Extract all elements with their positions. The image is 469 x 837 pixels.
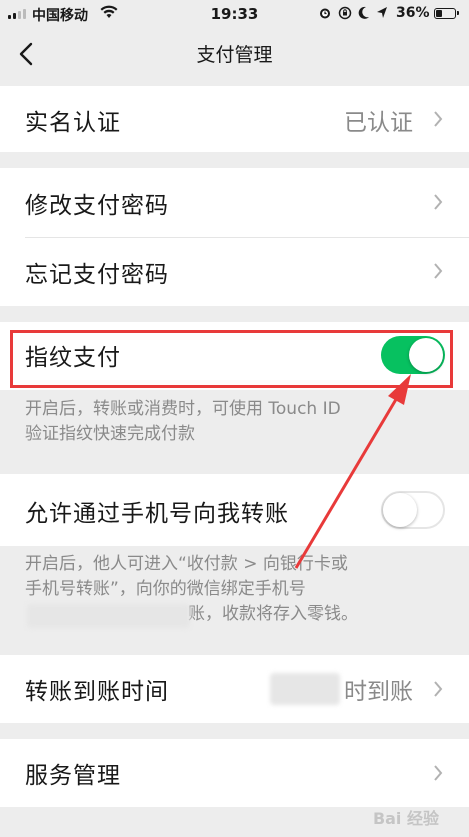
toggle-knob [383,493,417,527]
service-management-label: 服务管理 [25,763,121,789]
description-line: 开启后，他人可进入“收付款 > 向银行卡或 [25,554,348,574]
description-line: 验证指纹快速完成付款 [25,424,195,444]
password-group: 修改支付密码 忘记支付密码 [0,168,469,306]
change-password-row[interactable]: 修改支付密码 [0,168,469,237]
redacted-phone [27,604,190,628]
moon-icon [358,6,369,19]
transfer-time-row[interactable]: 转账到账时间 时到账 [0,655,469,723]
navigation-bar: 支付管理 [0,28,469,80]
battery-percent: 36% [396,5,430,21]
service-management-row[interactable]: 服务管理 [0,739,469,807]
fingerprint-description: 开启后，转账或消费时，可使用 Touch ID 验证指纹快速完成付款 [25,397,341,447]
redacted-value [270,673,340,705]
phone-transfer-label: 允许通过手机号向我转账 [25,501,289,527]
chevron-right-icon [434,681,443,697]
phone-transfer-row: 允许通过手机号向我转账 [0,474,469,546]
rotation-lock-icon [338,6,352,20]
forgot-password-label: 忘记支付密码 [25,262,169,288]
highlight-box [10,330,453,388]
forgot-password-row[interactable]: 忘记支付密码 [0,238,469,306]
transfer-time-value: 时到账 [344,679,413,705]
alarm-icon [320,8,330,19]
battery-icon [434,8,459,19]
change-password-label: 修改支付密码 [25,193,169,219]
description-line: 手机号转账”，向你的微信绑定手机号 [25,579,306,599]
chevron-right-icon [434,263,443,279]
watermark: Bai 经验 [372,809,439,828]
phone-transfer-toggle[interactable] [381,491,445,529]
location-icon [377,7,387,18]
real-name-row[interactable]: 实名认证 已认证 [0,86,469,152]
real-name-status: 已认证 [344,110,413,136]
status-bar: 中国移动 19:33 36% [0,0,469,28]
real-name-label: 实名认证 [25,110,121,136]
description-line: 开启后，转账或消费时，可使用 Touch ID [25,399,341,419]
chevron-right-icon [434,111,443,127]
chevron-right-icon [434,194,443,210]
page-title: 支付管理 [196,44,273,66]
status-icons [318,6,388,20]
transfer-time-label: 转账到账时间 [25,679,169,705]
chevron-right-icon [434,765,443,781]
